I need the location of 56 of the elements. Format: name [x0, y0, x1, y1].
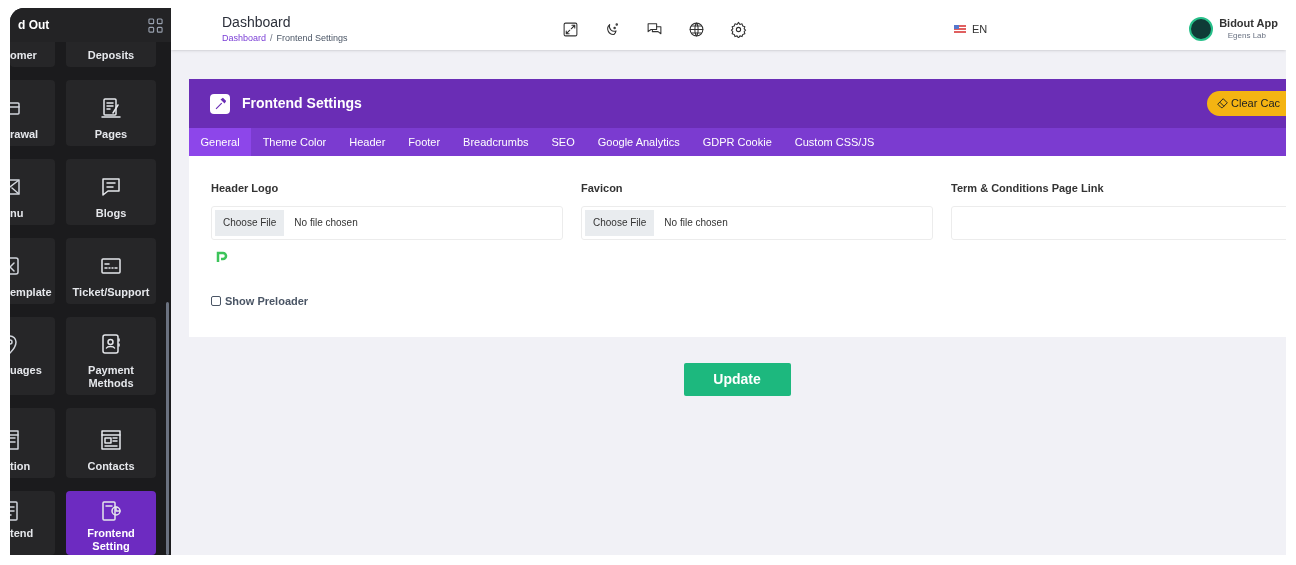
- layout-icon: [10, 428, 22, 452]
- settings-tab[interactable]: General: [189, 128, 252, 156]
- sidebar-item[interactable]: Deposits: [66, 42, 156, 67]
- show-preloader-checkbox[interactable]: Show Preloader: [211, 292, 1264, 309]
- clear-cache-button[interactable]: Clear Cac: [1207, 91, 1286, 116]
- field-label: Term & Conditions Page Link: [951, 181, 1105, 196]
- eraser-icon: [1217, 98, 1229, 109]
- sidebar-item[interactable]: omer: [10, 42, 55, 67]
- breadcrumb-separator: /: [270, 32, 273, 45]
- settings-tab[interactable]: GDPR Cookie: [691, 128, 784, 156]
- settings-tab[interactable]: Google Analytics: [586, 128, 692, 156]
- page-title: Dashboard: [222, 14, 292, 31]
- moon-icon[interactable]: [604, 20, 621, 38]
- sidebar-item[interactable]: rawal: [10, 80, 55, 146]
- user-name: Bidout App: [1219, 17, 1278, 30]
- panel-title: Frontend Settings: [242, 94, 362, 113]
- chat-icon: [99, 175, 123, 199]
- sidebar-title: d Out: [18, 17, 50, 34]
- sidebar-item[interactable]: Frontend Setting: [66, 491, 156, 555]
- language-selector[interactable]: EN: [954, 20, 988, 38]
- sidebar-item[interactable]: Payment Methods: [66, 317, 156, 395]
- sidebar-item[interactable]: emplate: [10, 238, 55, 304]
- fullscreen-icon[interactable]: [562, 20, 579, 38]
- file-input[interactable]: Choose File No file chosen: [211, 205, 563, 240]
- sidebar-item[interactable]: Contacts: [66, 408, 156, 478]
- grid-icon[interactable]: [148, 17, 163, 33]
- user-avatar[interactable]: [1189, 17, 1214, 41]
- settings-tab[interactable]: Theme Color: [251, 128, 338, 156]
- breadcrumb-current: Frontend Settings: [276, 32, 348, 45]
- sidebar-item[interactable]: Ticket/Support: [66, 238, 156, 304]
- sidebar-item[interactable]: tend: [10, 491, 55, 555]
- settings-tab[interactable]: Custom CSS/JS: [783, 128, 886, 156]
- file-input[interactable]: Choose File No file chosen: [581, 205, 933, 240]
- flag-icon: [954, 25, 966, 33]
- moon-stars-icon: [604, 20, 621, 38]
- sidebar-item[interactable]: nu: [10, 159, 55, 225]
- sidebar-item[interactable]: uages: [10, 317, 55, 395]
- field-label: Favicon: [581, 181, 624, 196]
- sidebar-item[interactable]: Pages: [66, 80, 156, 146]
- contacts-book-icon: [99, 332, 123, 356]
- hammer-icon: [210, 93, 230, 114]
- web-layout-icon: [99, 428, 123, 452]
- user-subtitle: Egens Lab: [1227, 30, 1267, 41]
- scrollbar[interactable]: [166, 302, 169, 555]
- notepad-pen-icon: [99, 96, 123, 120]
- checkbox[interactable]: [211, 295, 221, 306]
- field-label: Header Logo: [211, 181, 280, 196]
- expand-icon: [562, 20, 579, 38]
- settings-tab[interactable]: Footer: [396, 128, 452, 156]
- pages-chart-icon: [99, 499, 123, 523]
- sidebar-item[interactable]: Blogs: [66, 159, 156, 225]
- sidebar-item[interactable]: tion: [10, 408, 55, 478]
- settings-tab[interactable]: SEO: [540, 128, 587, 156]
- breadcrumb-link[interactable]: Dashboard: [222, 31, 267, 45]
- settings-tab[interactable]: Breadcrumbs: [451, 128, 540, 156]
- settings-tab[interactable]: Header: [337, 128, 397, 156]
